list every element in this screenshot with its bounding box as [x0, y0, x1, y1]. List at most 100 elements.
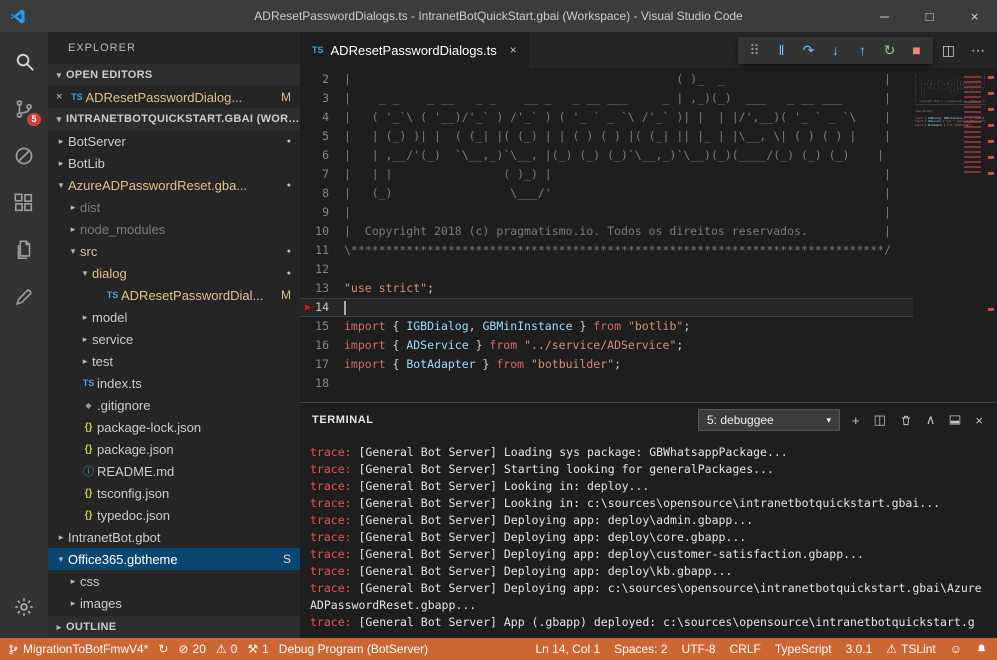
search-icon[interactable]	[0, 38, 48, 85]
tree-item-azureadpasswordreset-gba[interactable]: ▾AzureADPasswordReset.gba...●	[48, 174, 300, 196]
code-area[interactable]: 2| ( )_ _ |3| _ _ _ __ _ _ __ _ _ __ ___…	[300, 68, 913, 402]
extensions-icon[interactable]	[0, 179, 48, 226]
code-line-11[interactable]: 11\*************************************…	[300, 241, 913, 260]
tree-item-intranetbot-gbot[interactable]: ▸IntranetBot.gbot	[48, 526, 300, 548]
source-control-icon[interactable]: 5	[0, 85, 48, 132]
code-line-18[interactable]: 18	[300, 374, 913, 393]
tree-item-typedoc-json[interactable]: {}typedoc.json	[48, 504, 300, 526]
status-3-0-1[interactable]: 3.0.1	[846, 642, 873, 656]
tree-item-service[interactable]: ▸service	[48, 328, 300, 350]
code-line-16[interactable]: 16import { ADService } from "../service/…	[300, 336, 913, 355]
close-panel-icon[interactable]: ×	[975, 413, 983, 428]
code-line-17[interactable]: 17import { BotAdapter } from "botbuilder…	[300, 355, 913, 374]
maximize-icon[interactable]: □	[907, 0, 952, 32]
code-line-3[interactable]: 3| _ _ _ __ _ _ __ _ _ __ ___ _ | ,_)(_)…	[300, 89, 913, 108]
chevron-right-icon: ▸	[54, 532, 68, 543]
close-editor-icon[interactable]: ×	[56, 91, 62, 103]
tree-item-dist[interactable]: ▸dist	[48, 196, 300, 218]
status-ln-14-col-1[interactable]: Ln 14, Col 1	[535, 642, 600, 656]
status-spaces-2[interactable]: Spaces: 2	[614, 642, 667, 656]
close-icon[interactable]: ×	[952, 0, 997, 32]
tree-item-src[interactable]: ▾src●	[48, 240, 300, 262]
step-over-icon[interactable]: ↷	[795, 37, 822, 64]
tree-item-adresetpassworddial[interactable]: TSADResetPasswordDial...M	[48, 284, 300, 306]
status-utf-8[interactable]: UTF-8	[682, 642, 716, 656]
status-bell-icon[interactable]	[976, 643, 987, 655]
tree-item-botserver[interactable]: ▸BotServer●	[48, 130, 300, 152]
tree-item-gitignore[interactable]: ◆.gitignore	[48, 394, 300, 416]
open-editors-header[interactable]: ▾ OPEN EDITORS	[48, 64, 300, 86]
tree-item-package-lock-json[interactable]: {}package-lock.json	[48, 416, 300, 438]
minimize-icon[interactable]: ─	[862, 0, 907, 32]
tree-item-dialog[interactable]: ▾dialog●	[48, 262, 300, 284]
modified-dot-badge: ●	[287, 270, 291, 277]
tree-item-package-json[interactable]: {}package.json	[48, 438, 300, 460]
close-tab-icon[interactable]: ×	[510, 43, 517, 57]
terminal-tab[interactable]: TERMINAL	[312, 414, 374, 426]
status-label: Debug Program (BotServer)	[279, 642, 428, 656]
code-line-10[interactable]: 10| Copyright 2018 (c) pragmatismo.io. T…	[300, 222, 913, 241]
step-into-icon[interactable]: ↓	[822, 37, 849, 64]
explorer-icon[interactable]	[0, 226, 48, 273]
tree-item-tsconfig-json[interactable]: {}tsconfig.json	[48, 482, 300, 504]
status-typescript[interactable]: TypeScript	[775, 642, 832, 656]
terminal-line: trace: [General Bot Server] Looking in: …	[310, 478, 987, 495]
code-line-4[interactable]: 4| ( '_`\ ( '__)/'_` ) /'_` ) ( '_ ` _ `…	[300, 108, 913, 127]
tool-icon: ⚒	[247, 642, 258, 656]
outline-header[interactable]: ▸ OUTLINE	[48, 616, 300, 638]
status-debug-program-botserver[interactable]: Debug Program (BotServer)	[279, 642, 428, 656]
tree-item-images[interactable]: ▸images	[48, 592, 300, 614]
restart-icon[interactable]: ↻	[876, 37, 903, 64]
tree-item-office365-gbtheme[interactable]: ▾Office365.gbthemeS	[48, 548, 300, 570]
stop-icon[interactable]: ■	[903, 37, 930, 64]
tree-item-readme-md[interactable]: ⓘREADME.md	[48, 460, 300, 482]
line-number: 12	[300, 260, 344, 279]
edit-icon[interactable]	[0, 273, 48, 320]
status-sync-icon[interactable]: ↻	[158, 642, 168, 656]
code-line-5[interactable]: 5| | (_) )| | ( (_| |( (_) | | ( ) ( ) |…	[300, 127, 913, 146]
status-warnings-icon[interactable]: ⚠0	[216, 642, 237, 656]
grip-icon[interactable]: ⠿	[741, 37, 768, 64]
code-line-9[interactable]: 9| |	[300, 203, 913, 222]
new-terminal-icon[interactable]: +	[852, 413, 860, 428]
code-line-6[interactable]: 6| | ,__/'(_) `\__,_)`\__, |(_) (_) (_)`…	[300, 146, 913, 165]
tree-item-node-modules[interactable]: ▸node_modules	[48, 218, 300, 240]
code-line-12[interactable]: 12	[300, 260, 913, 279]
status-warnings-icon[interactable]: ⚠TSLint	[886, 642, 935, 656]
code-line-7[interactable]: 7| | | ( )_) | |	[300, 165, 913, 184]
status-tool-icon[interactable]: ⚒1	[247, 642, 268, 656]
workspace-label: INTRANETBOTQUICKSTART.GBAI (WORKSPACE)	[66, 113, 300, 125]
tree-item-index-ts[interactable]: TSindex.ts	[48, 372, 300, 394]
debug-icon[interactable]	[0, 132, 48, 179]
more-actions-icon[interactable]: ⋯	[971, 42, 985, 59]
tree-item-test[interactable]: ▸test	[48, 350, 300, 372]
code-line-8[interactable]: 8| (_) \___/' |	[300, 184, 913, 203]
terminal-selector[interactable]: 5: debuggee ▾	[698, 409, 840, 431]
split-terminal-icon[interactable]: ◫	[874, 412, 886, 428]
panel-toggle-icon[interactable]	[949, 414, 961, 426]
status-errors-icon[interactable]: ⊘20	[178, 642, 205, 656]
vscode-logo-icon	[9, 8, 26, 25]
code-line-14[interactable]: 14▶	[300, 298, 913, 317]
workspace-header[interactable]: ▾ INTRANETBOTQUICKSTART.GBAI (WORKSPACE)	[48, 108, 300, 130]
settings-gear-icon[interactable]	[0, 583, 48, 630]
code-line-2[interactable]: 2| ( )_ _ |	[300, 70, 913, 89]
code-text: | |	[344, 203, 891, 222]
code-line-13[interactable]: 13"use strict";	[300, 279, 913, 298]
split-editor-icon[interactable]: ◫	[942, 42, 955, 59]
tab-adresetpassworddialogs-ts[interactable]: TS ADResetPasswordDialogs.ts ×	[300, 32, 529, 68]
status-crlf[interactable]: CRLF	[730, 642, 761, 656]
minimap[interactable]: 2| ( )_ _ |3| _ _ _ __ _ _ __ _ _ __ ___…	[913, 68, 985, 402]
open-editor-item[interactable]: ×TSADResetPasswordDialog...M	[48, 86, 300, 108]
code-line-15[interactable]: 15import { IGBDialog, GBMinInstance } fr…	[300, 317, 913, 336]
step-out-icon[interactable]: ↑	[849, 37, 876, 64]
tree-item-botlib[interactable]: ▸BotLib	[48, 152, 300, 174]
tree-item-model[interactable]: ▸model	[48, 306, 300, 328]
status-smiley-icon[interactable]: ☺	[950, 642, 962, 656]
pause-icon[interactable]: ‖	[768, 37, 795, 64]
maximize-panel-icon[interactable]: ∧	[926, 412, 936, 428]
tree-item-css[interactable]: ▸css	[48, 570, 300, 592]
trash-icon[interactable]	[900, 414, 912, 427]
terminal-output[interactable]: trace: [General Bot Server] Loading sys …	[300, 437, 997, 638]
status-git-branch-icon[interactable]: MigrationToBotFmwV4*	[8, 642, 148, 656]
